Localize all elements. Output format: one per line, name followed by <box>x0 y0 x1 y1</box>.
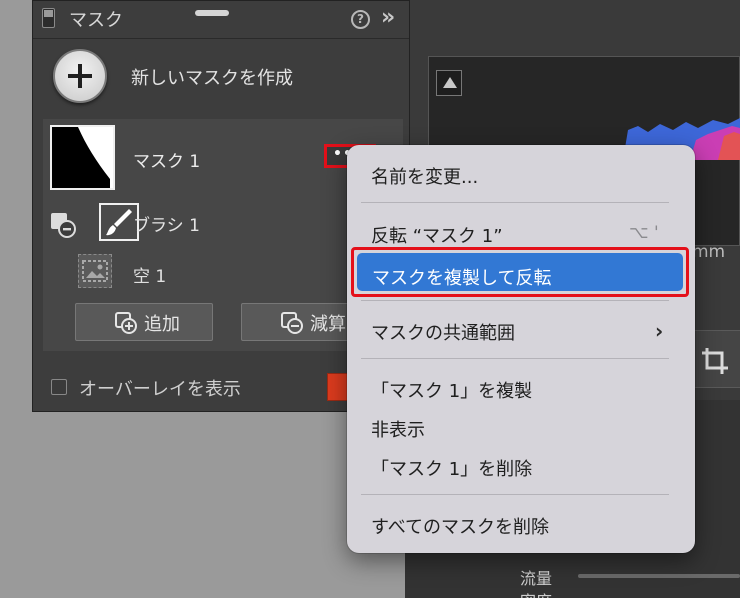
drag-handle[interactable] <box>195 10 229 16</box>
shadow-clipping-indicator[interactable] <box>436 70 462 96</box>
subtract-mode-icon <box>51 213 76 238</box>
show-overlay-label[interactable]: オーバーレイを表示 <box>79 375 241 401</box>
highlight-fill: マスクを複製して反転 <box>357 253 683 291</box>
menu-separator <box>361 300 669 301</box>
mask-context-menu: 名前を変更... 反転 “マスク 1” ⌥ ' マスクを複製して反転 マスクの共… <box>347 145 695 553</box>
create-mask-button[interactable] <box>53 49 107 103</box>
create-mask-label[interactable]: 新しいマスクを作成 <box>131 64 293 90</box>
menu-item-delete[interactable]: 「マスク 1」を削除 <box>371 455 532 481</box>
crop-icon[interactable] <box>700 346 730 376</box>
flow-slider-label: 流量 <box>520 569 553 588</box>
help-icon[interactable]: ? <box>351 10 370 29</box>
panel-toggle-icon[interactable] <box>42 8 55 28</box>
flow-slider[interactable] <box>578 574 740 578</box>
mask-preview-icon <box>52 127 113 188</box>
mask-name[interactable]: マスク 1 <box>133 147 200 172</box>
panel-header: マスク ? » <box>33 1 409 39</box>
brush-component-name[interactable]: ブラシ 1 <box>133 211 200 236</box>
menu-item-duplicate[interactable]: 「マスク 1」を複製 <box>371 377 532 403</box>
menu-item-rename[interactable]: 名前を変更... <box>371 163 478 189</box>
invert-shortcut: ⌥ ' <box>629 223 659 243</box>
menu-item-hide[interactable]: 非表示 <box>371 416 425 442</box>
sky-icon <box>82 260 108 282</box>
submenu-arrow-icon: › <box>655 319 664 343</box>
brush-icon <box>106 209 132 236</box>
subtract-button-label: 減算 <box>310 314 346 335</box>
menu-item-intersect[interactable]: マスクの共通範囲 <box>371 319 515 345</box>
menu-item-duplicate-invert[interactable]: マスクを複製して反転 <box>351 247 689 297</box>
add-button-label: 追加 <box>144 314 180 335</box>
unit-readout: mm <box>692 242 726 262</box>
density-slider-label: 密度 <box>520 588 552 598</box>
mask-thumbnail[interactable] <box>50 125 115 190</box>
show-overlay-checkbox[interactable] <box>51 379 67 395</box>
sky-component-name[interactable]: 空 1 <box>133 262 166 287</box>
menu-separator <box>361 358 669 359</box>
menu-separator <box>361 494 669 495</box>
subtract-icon <box>281 312 303 334</box>
collapse-icon[interactable]: » <box>381 5 395 30</box>
menu-item-invert[interactable]: 反転 “マスク 1” <box>371 222 503 248</box>
add-button[interactable]: 追加 <box>75 303 213 341</box>
panel-title: マスク <box>69 10 123 31</box>
menu-item-delete-all[interactable]: すべてのマスクを削除 <box>371 513 549 539</box>
sky-component-thumbnail[interactable] <box>78 254 112 288</box>
add-icon <box>115 312 137 334</box>
plus-icon <box>68 64 92 88</box>
menu-separator <box>361 202 669 203</box>
menu-item-duplicate-invert-label: マスクを複製して反転 <box>372 268 552 289</box>
